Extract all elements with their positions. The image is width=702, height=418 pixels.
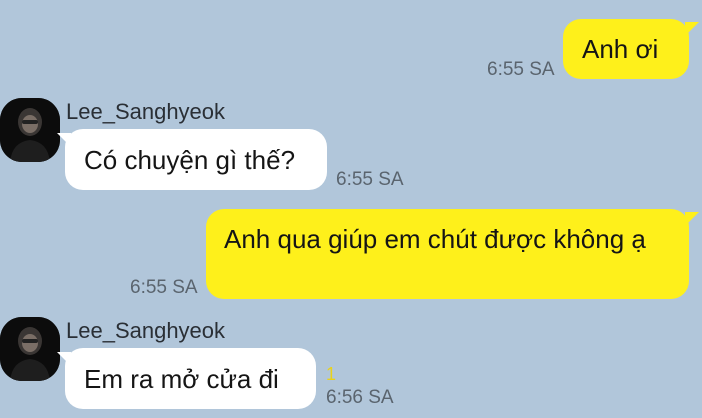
message-time: 6:55 SA: [487, 59, 555, 80]
message-text: Anh qua giúp em chút được không ạ: [224, 224, 646, 254]
outgoing-message-bubble[interactable]: Anh ơi: [563, 19, 689, 79]
avatar-photo-icon: [0, 317, 60, 381]
bubble-tail: [57, 352, 71, 366]
unread-count-badge: 1: [326, 364, 337, 384]
avatar-photo-icon: [0, 98, 60, 162]
message-text: Có chuyện gì thế?: [84, 145, 296, 175]
sender-name: Lee_Sanghyeok: [66, 99, 226, 124]
bubble-tail: [685, 212, 699, 226]
incoming-message-bubble[interactable]: Em ra mở cửa đi: [65, 348, 316, 409]
sender-name: Lee_Sanghyeok: [66, 318, 226, 343]
bubble-tail: [57, 133, 71, 147]
message-time: 6:55 SA: [130, 277, 198, 298]
message-time: 6:55 SA: [336, 169, 404, 190]
message-text: Em ra mở cửa đi: [84, 364, 279, 394]
bubble-tail: [685, 22, 699, 36]
incoming-message-bubble[interactable]: Có chuyện gì thế?: [65, 129, 327, 190]
message-text: Anh ơi: [582, 34, 659, 64]
sender-avatar[interactable]: [0, 98, 60, 162]
sender-avatar[interactable]: [0, 317, 60, 381]
outgoing-message-bubble[interactable]: Anh qua giúp em chút được không ạ: [206, 209, 689, 299]
message-time: 6:56 SA: [326, 387, 394, 408]
